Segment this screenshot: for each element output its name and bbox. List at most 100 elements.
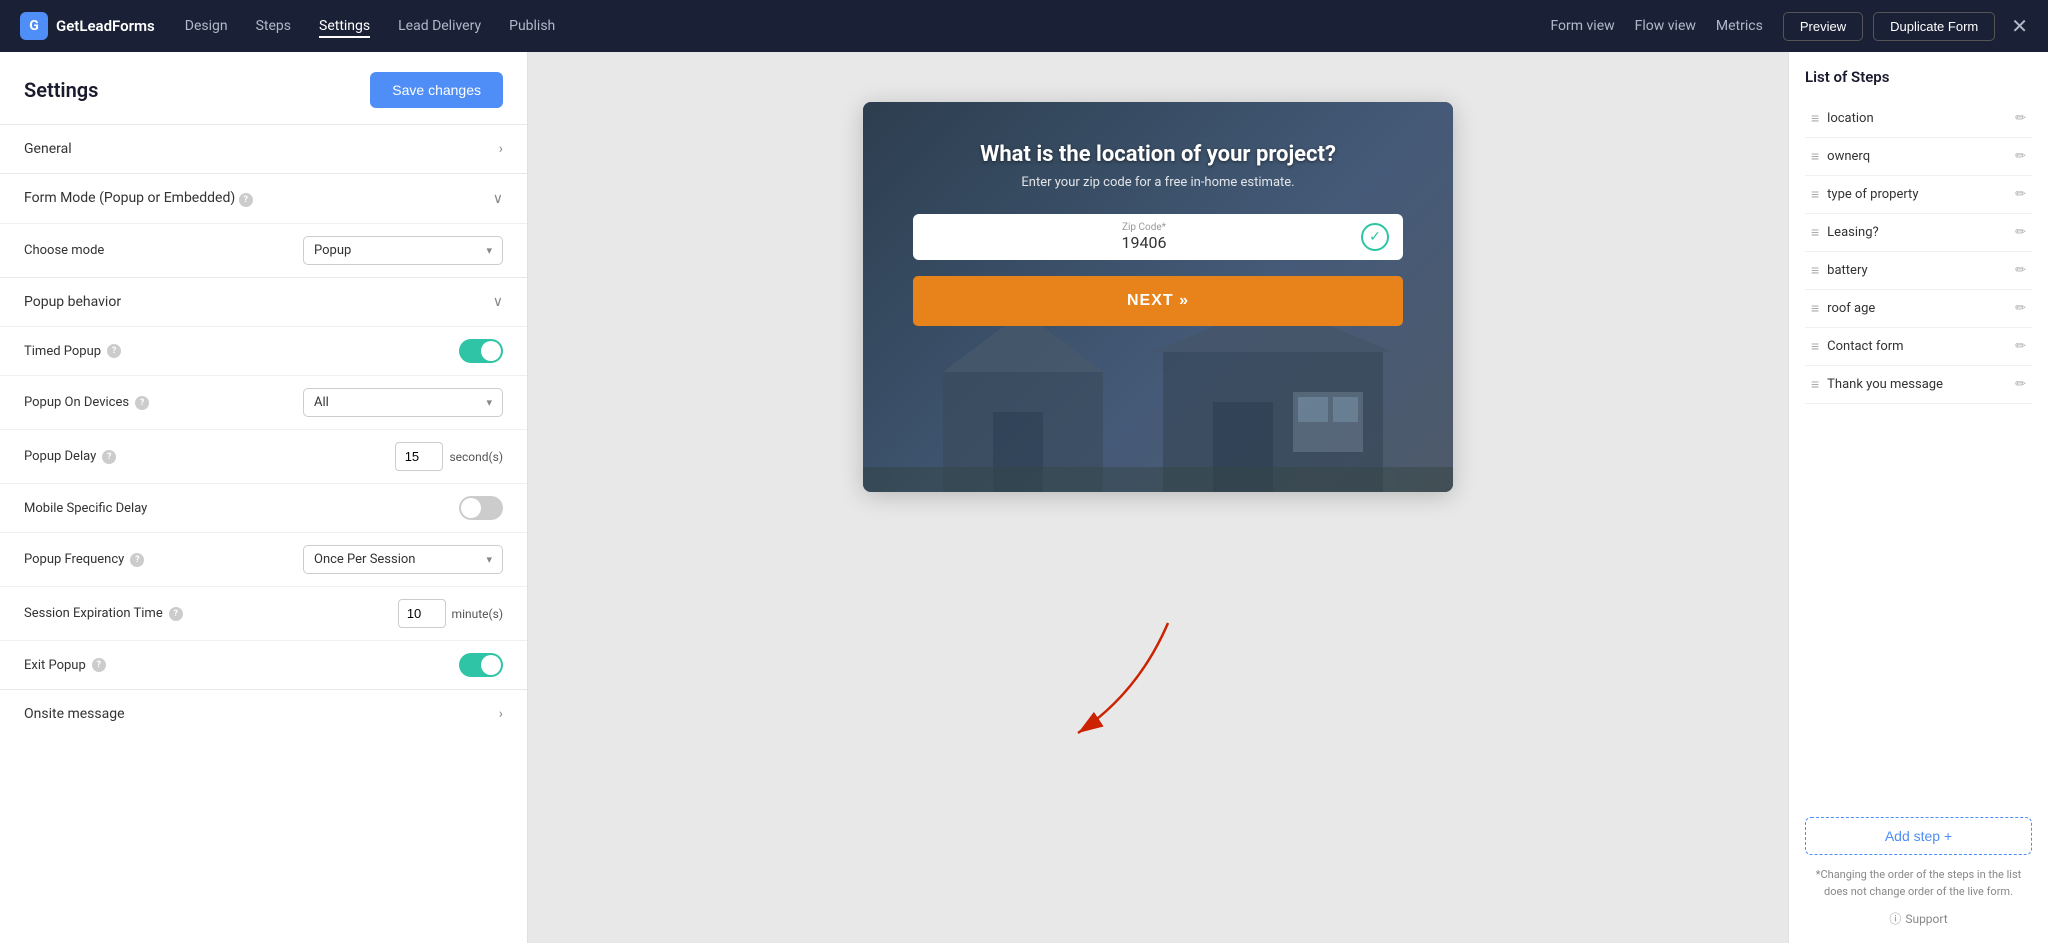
popup-delay-unit: second(s) (449, 450, 503, 464)
support-help-icon: ⓘ (1889, 910, 1901, 927)
panel-title: List of Steps (1805, 68, 2032, 86)
flow-view-btn[interactable]: Flow view (1635, 18, 1696, 34)
step-item: ≡ roof age ✏ (1805, 290, 2032, 328)
drag-handle-icon[interactable]: ≡ (1811, 186, 1819, 203)
top-navigation: G GetLeadForms Design Steps Settings Lea… (0, 0, 2048, 52)
exit-popup-help-icon[interactable]: ? (92, 658, 106, 672)
drag-handle-icon[interactable]: ≡ (1811, 376, 1819, 393)
support-label: Support (1905, 912, 1947, 926)
general-label: General (24, 141, 72, 157)
form-mode-help-icon[interactable]: ? (239, 193, 253, 207)
session-expiration-help-icon[interactable]: ? (169, 607, 183, 621)
onsite-message-section: Onsite message › (0, 689, 527, 738)
step-name: Contact form (1827, 339, 2007, 354)
popup-devices-help-icon[interactable]: ? (135, 396, 149, 410)
devices-select-arrow-icon: ▾ (486, 396, 492, 409)
popup-delay-help-icon[interactable]: ? (102, 450, 116, 464)
nav-design[interactable]: Design (185, 14, 228, 38)
mobile-delay-row: Mobile Specific Delay (0, 483, 527, 532)
step-item: ≡ Thank you message ✏ (1805, 366, 2032, 404)
step-item: ≡ location ✏ (1805, 100, 2032, 138)
nav-settings[interactable]: Settings (319, 14, 370, 38)
nav-publish[interactable]: Publish (509, 14, 555, 38)
toggle-thumb (481, 341, 501, 361)
duplicate-form-button[interactable]: Duplicate Form (1873, 12, 1995, 41)
form-input-value[interactable]: 19406 (927, 233, 1361, 252)
general-accordion[interactable]: General › (24, 125, 503, 173)
edit-step-icon[interactable]: ✏ (2015, 377, 2026, 392)
form-mode-accordion[interactable]: Form Mode (Popup or Embedded) ? ∨ (24, 174, 503, 223)
metrics-btn[interactable]: Metrics (1716, 18, 1763, 34)
sidebar-title: Settings (24, 78, 98, 102)
drag-handle-icon[interactable]: ≡ (1811, 224, 1819, 241)
form-view-btn[interactable]: Form view (1550, 18, 1614, 34)
onsite-message-accordion[interactable]: Onsite message › (24, 690, 503, 738)
choose-mode-value: Popup (314, 243, 478, 258)
chevron-down-popup-icon: ∨ (493, 294, 503, 310)
step-name: ownerq (1827, 149, 2007, 164)
arrow-annotation (1018, 613, 1218, 743)
select-arrow-icon: ▾ (486, 244, 492, 257)
drag-handle-icon[interactable]: ≡ (1811, 148, 1819, 165)
popup-delay-label: Popup Delay ? (24, 449, 116, 464)
exit-popup-toggle[interactable] (459, 653, 503, 677)
step-name: Leasing? (1827, 225, 2007, 240)
form-content: What is the location of your project? En… (913, 142, 1403, 326)
nav-lead-delivery[interactable]: Lead Delivery (398, 14, 481, 38)
save-changes-button[interactable]: Save changes (370, 72, 503, 108)
edit-step-icon[interactable]: ✏ (2015, 187, 2026, 202)
form-question: What is the location of your project? (913, 142, 1403, 167)
popup-frequency-select[interactable]: Once Per Session ▾ (303, 545, 503, 574)
chevron-right-onsite-icon: › (499, 706, 503, 722)
nav-steps[interactable]: Steps (256, 14, 291, 38)
support-link[interactable]: ⓘ Support (1805, 910, 2032, 927)
choose-mode-row: Choose mode Popup ▾ (0, 223, 527, 277)
action-buttons: Preview Duplicate Form (1783, 12, 1995, 41)
add-step-button[interactable]: Add step + (1805, 817, 2032, 855)
next-button[interactable]: NEXT » (913, 276, 1403, 326)
mobile-delay-toggle[interactable] (459, 496, 503, 520)
popup-devices-label: Popup On Devices ? (24, 395, 149, 410)
popup-delay-input[interactable] (395, 442, 443, 471)
form-card: What is the location of your project? En… (863, 102, 1453, 492)
popup-frequency-value: Once Per Session (314, 552, 478, 567)
logo-icon: G (20, 12, 48, 40)
popup-devices-value: All (314, 395, 478, 410)
close-icon[interactable]: ✕ (2011, 14, 2028, 38)
app-logo[interactable]: G GetLeadForms (20, 12, 155, 40)
popup-devices-select[interactable]: All ▾ (303, 388, 503, 417)
edit-step-icon[interactable]: ✏ (2015, 301, 2026, 316)
step-item: ≡ battery ✏ (1805, 252, 2032, 290)
drag-handle-icon[interactable]: ≡ (1811, 110, 1819, 127)
timed-popup-toggle[interactable] (459, 339, 503, 363)
edit-step-icon[interactable]: ✏ (2015, 149, 2026, 164)
nav-links: Design Steps Settings Lead Delivery Publ… (185, 14, 1551, 38)
form-mode-label: Form Mode (Popup or Embedded) ? (24, 190, 253, 207)
popup-delay-row: Popup Delay ? second(s) (0, 429, 527, 483)
preview-button[interactable]: Preview (1783, 12, 1863, 41)
choose-mode-select[interactable]: Popup ▾ (303, 236, 503, 265)
popup-devices-row: Popup On Devices ? All ▾ (0, 375, 527, 429)
timed-popup-label: Timed Popup ? (24, 344, 121, 359)
popup-behavior-accordion[interactable]: Popup behavior ∨ (24, 278, 503, 326)
drag-handle-icon[interactable]: ≡ (1811, 338, 1819, 355)
form-input-row: Zip Code* 19406 ✓ (913, 214, 1403, 260)
timed-popup-help-icon[interactable]: ? (107, 344, 121, 358)
edit-step-icon[interactable]: ✏ (2015, 263, 2026, 278)
session-expiration-input[interactable] (398, 599, 446, 628)
panel-note: *Changing the order of the steps in the … (1805, 867, 2032, 900)
exit-popup-row: Exit Popup ? (0, 640, 527, 689)
step-item: ≡ Leasing? ✏ (1805, 214, 2032, 252)
edit-step-icon[interactable]: ✏ (2015, 339, 2026, 354)
mobile-toggle-thumb (461, 498, 481, 518)
drag-handle-icon[interactable]: ≡ (1811, 262, 1819, 279)
edit-step-icon[interactable]: ✏ (2015, 225, 2026, 240)
chevron-right-icon: › (499, 141, 503, 157)
drag-handle-icon[interactable]: ≡ (1811, 300, 1819, 317)
step-item: ≡ ownerq ✏ (1805, 138, 2032, 176)
popup-behavior-label: Popup behavior (24, 294, 121, 310)
step-item: ≡ type of property ✏ (1805, 176, 2032, 214)
popup-frequency-help-icon[interactable]: ? (130, 553, 144, 567)
popup-frequency-label: Popup Frequency ? (24, 552, 144, 567)
edit-step-icon[interactable]: ✏ (2015, 111, 2026, 126)
